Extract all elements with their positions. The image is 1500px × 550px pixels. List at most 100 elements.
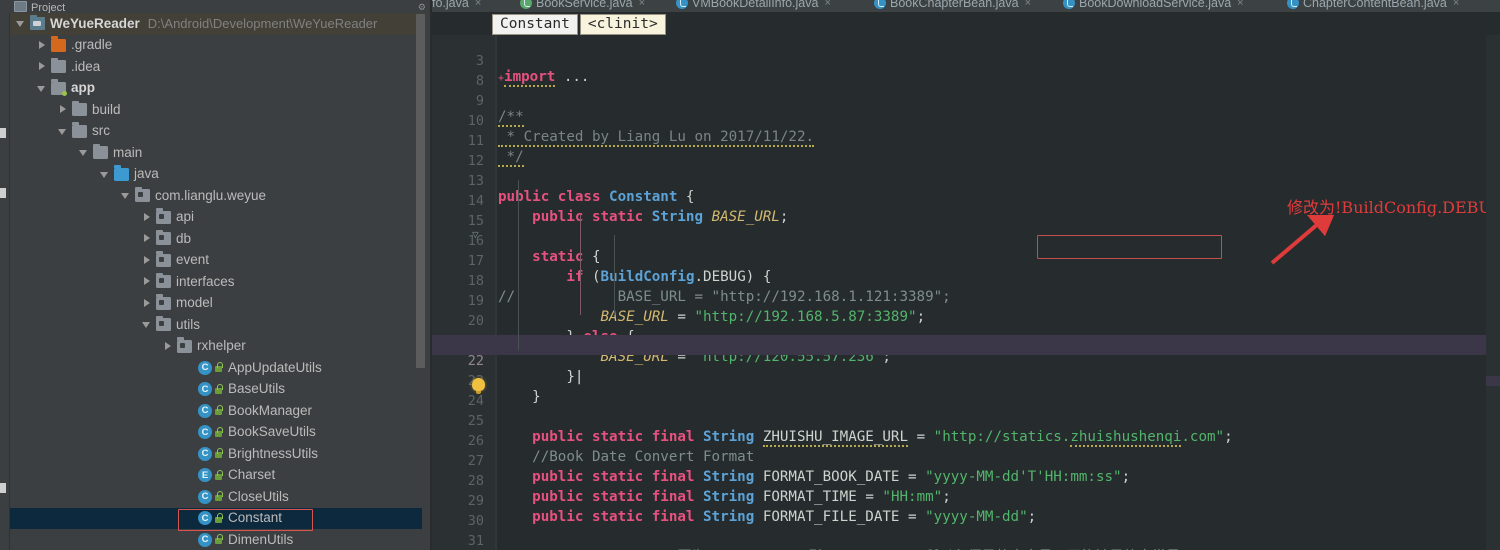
chevron-down-icon[interactable] — [79, 147, 90, 158]
tree-item-dimenutils[interactable]: C DimenUtils — [10, 529, 422, 550]
close-icon[interactable]: × — [475, 0, 481, 9]
code-line[interactable]: 21 BASE_URL = "http://120.55.57.236"; — [432, 315, 1500, 365]
editor-tab-bar[interactable]: fo.java × BookService.java × VMBookDetailInf… — [432, 0, 1500, 12]
tree-item-src[interactable]: src — [10, 121, 422, 143]
java-class-icon — [1287, 0, 1299, 9]
tree-item-closeutils[interactable]: C CloseUtils — [10, 486, 422, 508]
close-icon[interactable]: × — [639, 0, 645, 9]
editor-tab-vmbookdetailinfo[interactable]: VMBookDetailInfo.java × — [676, 0, 831, 12]
tree-item-booksaveutils[interactable]: C BookSaveUtils — [10, 422, 422, 444]
tree-item-utils[interactable]: utils — [10, 314, 422, 336]
close-icon[interactable]: × — [1025, 0, 1031, 9]
tree-item-appupdateutils[interactable]: C AppUpdateUtils — [10, 357, 422, 379]
chevron-down-icon[interactable] — [37, 83, 48, 94]
chevron-down-icon[interactable] — [16, 18, 27, 29]
tree-item-bookmanager[interactable]: C BookManager — [10, 400, 422, 422]
code-line[interactable]: 13 public class Constant { — [432, 155, 1500, 205]
code-line-active[interactable]: 22 }| — [432, 335, 1500, 385]
chevron-right-icon[interactable] — [142, 255, 153, 266]
code-line[interactable]: 25 public static final String ZHUISHU_IM… — [432, 395, 1500, 447]
chevron-right-icon[interactable] — [37, 61, 48, 72]
chevron-right-icon[interactable] — [142, 298, 153, 309]
code-line[interactable]: 9 /** — [432, 75, 1500, 127]
package-icon — [156, 272, 171, 289]
tree-item-interfaces[interactable]: interfaces — [10, 271, 422, 293]
chevron-right-icon[interactable] — [163, 341, 174, 352]
code-line[interactable]: 8 — [432, 55, 1500, 89]
tree-item-event[interactable]: event — [10, 250, 422, 272]
tree-item-brightnessutils[interactable]: C BrightnessUtils — [10, 443, 422, 465]
tree-item-rxhelper[interactable]: rxhelper — [10, 336, 422, 358]
code-line[interactable]: 28 public static final String FORMAT_TIM… — [432, 455, 1500, 505]
tree-item-constant[interactable]: C Constant — [10, 507, 422, 529]
editor-tab-chaptercontentbean[interactable]: ChapterContentBean.java × — [1287, 0, 1459, 12]
tree-item-com-lianglu-weyue[interactable]: com.lianglu.weyue — [10, 185, 422, 207]
sidebar-scrollbar[interactable] — [416, 14, 425, 368]
editor-tab-bookdownloadservice[interactable]: BookDownloadService.java × — [1063, 0, 1244, 12]
breadcrumb[interactable]: Constant <clinit> — [492, 13, 666, 35]
editor-tab-bookchapterbean[interactable]: BookChapterBean.java × — [874, 0, 1031, 12]
code-line[interactable]: 27 public static final String FORMAT_BOO… — [432, 435, 1500, 485]
editor-tab-fo[interactable]: fo.java × — [432, 0, 481, 12]
fold-collapse-icon[interactable]: ▽ — [472, 225, 479, 245]
tree-item-main[interactable]: main — [10, 142, 422, 164]
tree-item-weyuereader[interactable]: WeYueReader D:\Android\Development\WeYueR… — [10, 13, 422, 35]
code-line[interactable]: 23 } — [432, 355, 1500, 405]
tree-item-path: D:\Android\Development\WeYueReader — [147, 16, 378, 32]
breadcrumb-item-member[interactable]: <clinit> — [579, 13, 666, 35]
code-line[interactable]: 30 — [432, 495, 1500, 529]
close-icon[interactable]: × — [824, 0, 830, 9]
code-line[interactable]: 26 //Book Date Convert Format — [432, 415, 1500, 465]
tree-item--idea[interactable]: .idea — [10, 56, 422, 78]
tree-item-charset[interactable]: E Charset — [10, 465, 422, 487]
chevron-right-icon[interactable] — [142, 276, 153, 287]
code-line[interactable]: 14 public static String BASE_URL; — [432, 175, 1500, 225]
class-icon: C — [198, 511, 212, 526]
tree-item-baseutils[interactable]: C BaseUtils — [10, 379, 422, 401]
code-content[interactable]: 3 +import ... 8 9 /** 10 * Created by Li… — [432, 35, 1500, 550]
code-line[interactable]: 16 static { — [432, 215, 1500, 265]
editor-right-gutter[interactable] — [1486, 35, 1500, 550]
chevron-right-icon[interactable] — [142, 233, 153, 244]
chevron-down-icon[interactable] — [142, 319, 153, 330]
project-tree[interactable]: WeYueReader D:\Android\Development\WeYueR… — [10, 13, 422, 550]
tree-item-build[interactable]: build — [10, 99, 422, 121]
tree-item-db[interactable]: db — [10, 228, 422, 250]
code-line[interactable]: 10 * Created by Liang Lu on 2017/11/22. — [432, 95, 1500, 147]
close-icon[interactable]: × — [1237, 0, 1243, 9]
tree-item--gradle[interactable]: .gradle — [10, 35, 422, 57]
editor-tab-label: fo.java — [432, 0, 469, 10]
code-line[interactable]: 19 BASE_URL = "http://192.168.5.87:3389"… — [432, 275, 1500, 325]
code-line[interactable]: 20 } else { — [432, 295, 1500, 345]
class-icon: C — [198, 425, 212, 440]
chevron-right-icon[interactable] — [37, 40, 48, 51]
code-line[interactable]: 32 public static String BOOK_CACHE_PATH … — [432, 535, 1500, 550]
code-line[interactable]: 3 +import ... — [432, 35, 1500, 87]
tree-item-api[interactable]: api — [10, 207, 422, 229]
chevron-right-icon[interactable] — [142, 212, 153, 223]
breadcrumb-item-class[interactable]: Constant — [492, 13, 578, 35]
chevron-right-icon[interactable] — [58, 104, 69, 115]
gear-icon[interactable]: ⚙ — [418, 2, 426, 13]
tree-item-app[interactable]: app — [10, 78, 422, 100]
code-line[interactable]: 24 — [432, 375, 1500, 409]
class-icon: C — [198, 532, 212, 547]
chevron-down-icon[interactable] — [58, 126, 69, 137]
code-line[interactable]: 11 */ — [432, 115, 1500, 167]
public-lock-icon — [214, 405, 223, 416]
code-line[interactable]: 17 if (BuildConfig.DEBUG) { — [432, 235, 1500, 285]
public-lock-icon — [214, 362, 223, 373]
close-icon[interactable]: × — [1453, 0, 1459, 9]
editor-tab-bookservice[interactable]: BookService.java × — [520, 0, 645, 12]
code-line[interactable]: 18 // BASE_URL = "http://192.168.1.121:3… — [432, 255, 1500, 305]
intention-bulb-icon[interactable] — [472, 378, 485, 394]
code-line[interactable]: 12 — [432, 135, 1500, 169]
editor-tab-label: VMBookDetailInfo.java — [692, 0, 819, 10]
code-line[interactable]: 31 //BookCachePath (因为getCachePath引用了Con… — [432, 515, 1500, 550]
package-icon — [177, 337, 192, 353]
chevron-down-icon[interactable] — [121, 190, 132, 201]
tree-item-model[interactable]: model — [10, 293, 422, 315]
code-line[interactable]: 29 public static final String FORMAT_FIL… — [432, 475, 1500, 525]
chevron-down-icon[interactable] — [100, 169, 111, 180]
tree-item-java[interactable]: java — [10, 164, 422, 186]
